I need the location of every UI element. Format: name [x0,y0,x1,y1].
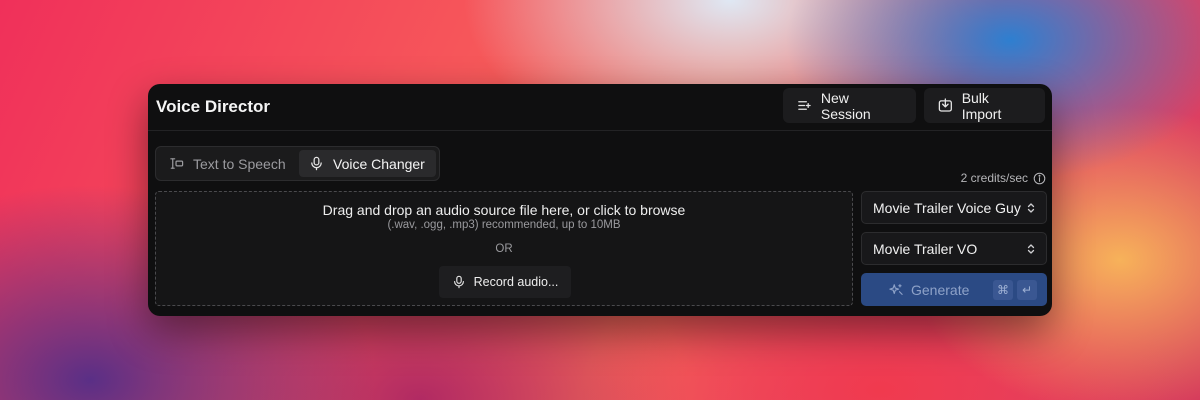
new-session-label: New Session [820,89,871,122]
microphone-icon [311,156,322,171]
microphone-icon [453,275,464,289]
bulk-import-label: Bulk Import [961,89,1002,122]
dropzone-or: OR [495,243,513,255]
mode-tabs: Text to Speech Voice Changer [155,146,440,181]
text-to-speech-icon [170,158,184,169]
new-session-icon [798,101,811,110]
tab-voice-changer-label: Voice Changer [333,155,425,172]
audio-dropzone[interactable]: Drag and drop an audio source file here,… [155,191,853,306]
command-key-hint: ⌘ [993,279,1013,300]
sparkle-icon [889,283,903,295]
model-select-value: Movie Trailer VO [873,240,978,257]
voice-select[interactable]: Movie Trailer Voice Guy [861,191,1047,224]
voice-director-window: Voice Director New Session Bulk Import T… [148,84,1052,316]
chevron-up-down-icon [1027,243,1035,254]
page-title: Voice Director [156,97,271,116]
credits-rate: 2 credits/sec [938,170,1046,186]
dropzone-title: Drag and drop an audio source file here,… [322,202,686,218]
record-audio-button[interactable]: Record audio... [439,266,571,298]
generate-button[interactable]: Generate ⌘ ↵ [861,273,1047,306]
dropzone-subtitle: (.wav, .ogg, .mp3) recommended, up to 10… [387,219,621,231]
credits-text: 2 credits/sec [960,171,1028,185]
generate-label: Generate [911,281,970,298]
enter-key-hint: ↵ [1017,279,1037,300]
model-select[interactable]: Movie Trailer VO [861,232,1047,265]
bulk-import-button[interactable]: Bulk Import [924,88,1045,123]
info-icon[interactable] [1033,172,1046,185]
chevron-up-down-icon [1027,202,1035,213]
import-icon [938,98,952,112]
tab-text-to-speech-label: Text to Speech [193,155,286,172]
voice-select-value: Movie Trailer Voice Guy [873,199,1021,216]
record-audio-label: Record audio... [473,275,559,289]
tab-text-to-speech[interactable]: Text to Speech [159,150,297,177]
tab-voice-changer[interactable]: Voice Changer [299,150,436,177]
header: Voice Director New Session Bulk Import [148,84,1052,131]
new-session-button[interactable]: New Session [783,88,916,123]
